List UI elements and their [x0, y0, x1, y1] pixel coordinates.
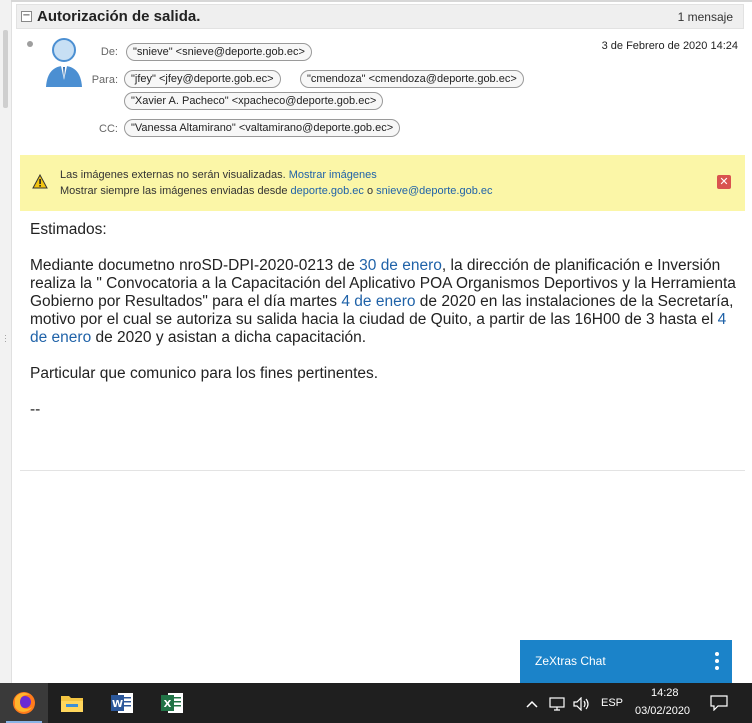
taskbar-excel[interactable]: X [148, 683, 196, 723]
message-count: 1 mensaje [677, 10, 733, 24]
taskbar-word[interactable]: W [98, 683, 146, 723]
clock-date[interactable]: 03/02/2020 [635, 705, 690, 717]
svg-text:X: X [164, 699, 172, 710]
signature: -- [30, 401, 41, 418]
greeting: Estimados: [30, 221, 107, 238]
show-images-link[interactable]: Mostrar imágenes [289, 169, 377, 181]
always-show-text: Mostrar siempre las imágenes enviadas de… [60, 185, 288, 197]
closing-paragraph: Particular que comunico para los fines p… [30, 365, 379, 382]
taskbar: W X ESP 14:28 03/02/2020 [0, 683, 752, 723]
chat-title: ZeXtras Chat [535, 654, 606, 668]
close-warning-icon[interactable]: ✕ [717, 175, 731, 189]
trust-domain-link[interactable]: deporte.gob.ec [291, 185, 364, 197]
cc-recipient[interactable]: "Vanessa Altamirano" <valtamirano@deport… [124, 119, 401, 137]
to-recipient[interactable]: "cmendoza" <cmendoza@deporte.gob.ec> [300, 70, 524, 88]
chat-menu-icon[interactable] [715, 652, 719, 673]
to-recipient[interactable]: "jfey" <jfey@deporte.gob.ec> [124, 70, 281, 88]
word-icon: W [111, 693, 133, 713]
warning-text: Las imágenes externas no serán visualiza… [60, 169, 286, 181]
message-header: De: "snieve" <snieve@deporte.gob.ec> Par… [16, 30, 744, 148]
read-status-dot[interactable] [27, 41, 33, 47]
email-subject: Autorización de salida. [37, 8, 201, 25]
body-paragraph: Mediante documetno nroSD-DPI-2020-0213 d… [30, 257, 740, 347]
from-label: De: [100, 46, 118, 58]
excel-icon: X [161, 693, 183, 713]
from-address[interactable]: "snieve" <snieve@deporte.gob.ec> [126, 43, 312, 61]
top-divider [11, 0, 752, 2]
message-body: Estimados: Mediante documetno nroSD-DPI-… [30, 221, 740, 437]
taskbar-firefox[interactable] [0, 683, 48, 723]
date-link[interactable]: 30 de enero [359, 257, 442, 274]
body-text: de 2020 y asistan a dicha capacitación. [91, 329, 367, 346]
trust-sender-link[interactable]: snieve@deporte.gob.ec [376, 185, 492, 197]
message-divider [20, 470, 745, 471]
collapse-toggle-icon[interactable]: − [21, 11, 32, 22]
chevron-up-icon[interactable] [526, 700, 538, 708]
message-date: 3 de Febrero de 2020 14:24 [601, 40, 738, 52]
pane-resize-handle[interactable]: · · · [4, 331, 7, 346]
date-link[interactable]: 4 de enero [341, 293, 415, 310]
conversation-header: − Autorización de salida. 1 mensaje [16, 4, 744, 29]
taskbar-file-explorer[interactable] [48, 683, 96, 723]
warning-icon [32, 174, 48, 189]
language-indicator[interactable]: ESP [601, 697, 623, 709]
firefox-icon [13, 692, 35, 714]
to-recipient[interactable]: "Xavier A. Pacheco" <xpacheco@deporte.go… [124, 92, 384, 110]
clock-time[interactable]: 14:28 [651, 687, 679, 699]
to-label: Para: [91, 74, 118, 86]
scrollbar-thumb[interactable] [3, 30, 8, 108]
cc-label: CC: [99, 123, 118, 135]
file-explorer-icon [61, 696, 83, 712]
zextras-chat-panel[interactable]: ZeXtras Chat [520, 640, 732, 683]
volume-icon[interactable] [573, 697, 591, 711]
or-text: o [366, 185, 374, 197]
external-images-warning: Las imágenes externas no serán visualiza… [20, 155, 745, 211]
body-text: Mediante documetno nroSD-DPI-2020-0213 d… [30, 257, 360, 274]
network-icon[interactable] [549, 697, 565, 711]
notifications-icon[interactable] [710, 695, 728, 711]
left-scrollbar[interactable]: · · · [0, 0, 12, 683]
svg-text:W: W [112, 699, 123, 710]
